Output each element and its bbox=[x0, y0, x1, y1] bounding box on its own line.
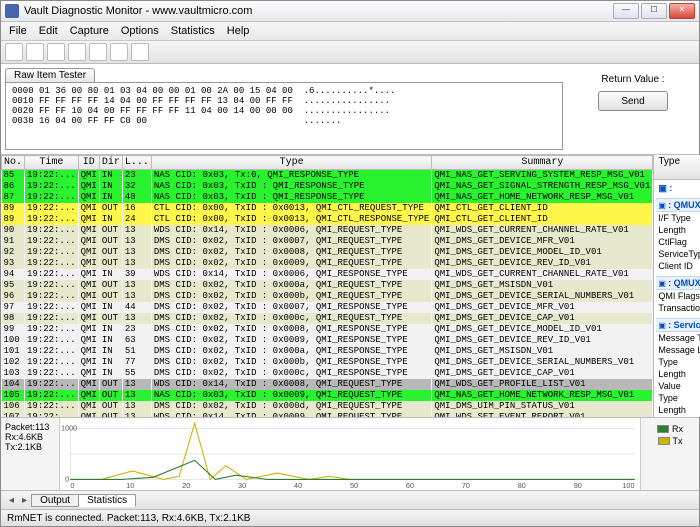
table-row[interactable]: 10119:22:...QMIIN51DMS CID: 0x02, TxID :… bbox=[2, 346, 653, 357]
svg-text:0: 0 bbox=[70, 481, 74, 490]
table-row[interactable]: 8919:22:...QMIIN24CTL CID: 0x00, TxID : … bbox=[2, 214, 653, 225]
table-row[interactable]: 9819:22:...QMIOUT13DMS CID: 0x02, TxID :… bbox=[2, 313, 653, 324]
svg-text:100: 100 bbox=[622, 481, 634, 490]
svg-text:50: 50 bbox=[350, 481, 358, 490]
table-row[interactable]: 10419:22:...QMIOUT13WDS CID: 0x14, TxID … bbox=[2, 379, 653, 390]
svg-text:30: 30 bbox=[238, 481, 246, 490]
table-row[interactable]: 10319:22:...QMIIN55DMS CID: 0x02, TxID :… bbox=[2, 368, 653, 379]
table-row[interactable]: 9519:22:...QMIOUT13DMS CID: 0x02, TxID :… bbox=[2, 280, 653, 291]
svg-text:70: 70 bbox=[462, 481, 470, 490]
return-value-label: Return Value : bbox=[575, 74, 691, 85]
maximize-button[interactable]: ☐ bbox=[641, 3, 667, 19]
toolbar-btn-7[interactable] bbox=[131, 43, 149, 61]
property-row[interactable]: Type0x14Tx Overflows bbox=[656, 392, 700, 404]
legend-rx-icon bbox=[657, 425, 669, 433]
col-time[interactable]: Time bbox=[25, 156, 79, 170]
table-row[interactable]: 10019:22:...QMIIN63DMS CID: 0x02, TxID :… bbox=[2, 335, 653, 346]
table-row[interactable]: 9419:22:...QMIIN39WDS CID: 0x14, TxID : … bbox=[2, 269, 653, 280]
table-row[interactable]: 9119:22:...QMIOUT13DMS CID: 0x02, TxID :… bbox=[2, 236, 653, 247]
table-row[interactable]: 8619:22:...QMIIN32NAS CID: 0x03, TxID : … bbox=[2, 181, 653, 192]
property-row[interactable]: Length0x0036 bbox=[656, 224, 700, 236]
tab-raw-item-tester[interactable]: Raw Item Tester bbox=[5, 68, 95, 82]
legend-tx-icon bbox=[658, 437, 670, 445]
property-row[interactable]: Message Length0x002a bbox=[656, 344, 700, 356]
hex-dump: 0000 01 36 00 80 01 03 04 00 00 01 00 2A… bbox=[5, 82, 563, 150]
toolbar-btn-1[interactable] bbox=[5, 43, 23, 61]
property-row[interactable]: ValueFF FF FF FFuint32Number of ou... bbox=[656, 380, 700, 392]
property-row[interactable]: Length0x0004 bbox=[656, 368, 700, 380]
tab-prev[interactable]: ◂ bbox=[5, 495, 18, 506]
property-row[interactable]: Length0x0004 bbox=[656, 404, 700, 416]
legend-rx: Rx bbox=[672, 424, 683, 434]
minimize-button[interactable]: — bbox=[613, 3, 639, 19]
table-row[interactable]: 8719:22:...QMIIN48NAS CID: 0x03, TxID : … bbox=[2, 192, 653, 203]
table-row[interactable]: 9719:22:...QMIIN44DMS CID: 0x02, TxID : … bbox=[2, 302, 653, 313]
prop-col-type[interactable]: Type bbox=[654, 155, 700, 179]
window-title: Vault Diagnostic Monitor - www.vaultmicr… bbox=[24, 5, 613, 17]
app-icon bbox=[5, 4, 19, 18]
table-row[interactable]: 10219:22:...QMIIN77DMS CID: 0x02, TxID :… bbox=[2, 357, 653, 368]
property-tree[interactable]: ▣ :QMI IN : QMUX Message I/F Type0x01Len… bbox=[654, 180, 700, 417]
property-row[interactable]: QMI Flags0x04QMI_INDICATE_TYPE bbox=[656, 290, 700, 302]
svg-text:10: 10 bbox=[126, 481, 134, 490]
packet-info: Packet:113 Rx:4.6KB Tx:2.1KB bbox=[1, 418, 60, 490]
property-row[interactable]: CtlFlag0x00 bbox=[656, 236, 700, 248]
status-bar: RmNET is connected. Packet:113, Rx:4.6KB… bbox=[1, 509, 699, 526]
table-row[interactable]: 10619:22:...QMIOUT13DMS CID: 0x02, TxID … bbox=[2, 401, 653, 412]
property-row[interactable]: Client ID0x03 bbox=[656, 260, 700, 272]
property-row[interactable]: Transaction ID0x0000 bbox=[656, 302, 700, 314]
toolbar-btn-2[interactable] bbox=[26, 43, 44, 61]
legend-tx: Tx bbox=[673, 436, 683, 446]
col-summary[interactable]: Summary bbox=[432, 156, 653, 170]
col-l[interactable]: L... bbox=[122, 156, 151, 170]
send-button[interactable]: Send bbox=[598, 91, 668, 111]
toolbar-btn-3[interactable] bbox=[47, 43, 65, 61]
svg-text:1000: 1000 bbox=[61, 424, 77, 433]
menu-capture[interactable]: Capture bbox=[64, 25, 115, 37]
property-row[interactable]: Type0x15Rx Overflows bbox=[656, 356, 700, 368]
table-row[interactable]: 9619:22:...QMIOUT13DMS CID: 0x02, TxID :… bbox=[2, 291, 653, 302]
property-row[interactable]: I/F Type0x01 bbox=[656, 212, 700, 224]
svg-text:60: 60 bbox=[406, 481, 414, 490]
tab-statistics[interactable]: Statistics bbox=[78, 494, 136, 507]
svg-text:40: 40 bbox=[294, 481, 302, 490]
svg-text:80: 80 bbox=[518, 481, 526, 490]
table-row[interactable]: 8519:22:...QMIIN23NAS CID: 0x03, Tx:0, Q… bbox=[2, 170, 653, 182]
property-row[interactable]: Message Type0x0001QMI_WDS_SET_EVENT... T… bbox=[656, 332, 700, 344]
menu-file[interactable]: File bbox=[3, 25, 33, 37]
property-row[interactable]: ServiceType0x01WDS bbox=[656, 248, 700, 260]
col-no[interactable]: No. bbox=[2, 156, 25, 170]
col-dir[interactable]: Dir bbox=[99, 156, 122, 170]
col-type[interactable]: Type bbox=[151, 156, 431, 170]
svg-text:0: 0 bbox=[65, 474, 69, 483]
menu-bar: File Edit Capture Options Statistics Hel… bbox=[1, 22, 699, 41]
toolbar bbox=[1, 41, 699, 64]
traffic-chart: 1000 0 0 10 20 30 40 50 60 70 80 90 100 bbox=[60, 418, 640, 490]
table-row[interactable]: 9319:22:...QMIOUT13DMS CID: 0x02, TxID :… bbox=[2, 258, 653, 269]
packet-table[interactable]: No. Time ID Dir L... Type Summary 8519:2… bbox=[1, 155, 653, 417]
table-row[interactable]: 8919:22:...QMIOUT16CTL CID: 0x00, TxID :… bbox=[2, 203, 653, 214]
menu-edit[interactable]: Edit bbox=[33, 25, 64, 37]
svg-text:20: 20 bbox=[182, 481, 190, 490]
table-row[interactable]: 9019:22:...QMIOUT13WDS CID: 0x14, TxID :… bbox=[2, 225, 653, 236]
toolbar-btn-4[interactable] bbox=[68, 43, 86, 61]
table-row[interactable]: 9219:22:...QMIOUT13DMS CID: 0x02, TxID :… bbox=[2, 247, 653, 258]
menu-help[interactable]: Help bbox=[221, 25, 256, 37]
toolbar-btn-5[interactable] bbox=[89, 43, 107, 61]
tab-next[interactable]: ▸ bbox=[18, 495, 31, 506]
tab-output[interactable]: Output bbox=[31, 494, 79, 507]
table-row[interactable]: 10519:22:...QMIOUT13NAS CID: 0x03, TxID … bbox=[2, 390, 653, 401]
toolbar-btn-6[interactable] bbox=[110, 43, 128, 61]
close-button[interactable]: ✕ bbox=[669, 3, 695, 19]
table-row[interactable]: 9919:22:...QMIIN23DMS CID: 0x02, TxID : … bbox=[2, 324, 653, 335]
col-id[interactable]: ID bbox=[78, 156, 99, 170]
svg-text:90: 90 bbox=[574, 481, 582, 490]
menu-statistics[interactable]: Statistics bbox=[165, 25, 221, 37]
menu-options[interactable]: Options bbox=[115, 25, 165, 37]
